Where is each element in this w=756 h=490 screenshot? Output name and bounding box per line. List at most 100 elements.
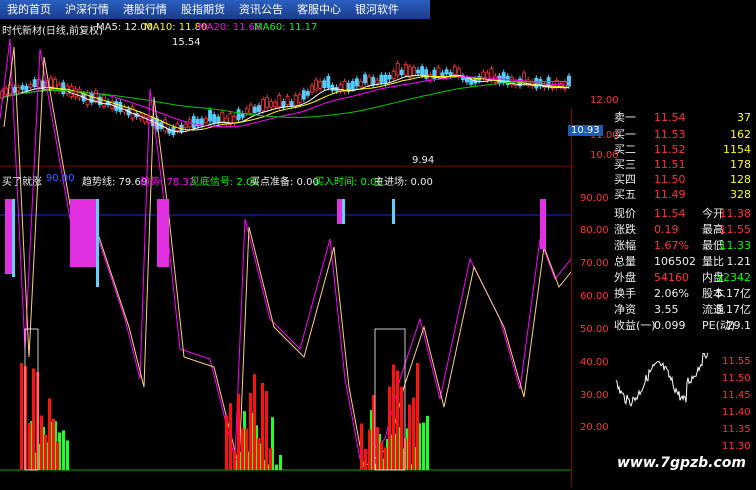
candle-body [391, 71, 396, 79]
candle-body [326, 76, 331, 88]
red-bar [237, 393, 240, 470]
buy-volume: 162 [730, 128, 751, 141]
candle-body [93, 90, 98, 102]
chart-area[interactable]: 时代新材(日线,前复权) MA5: 12.00 MA10: 11.80 MA20… [0, 19, 576, 487]
cyan-spike [392, 199, 395, 224]
candle-body [424, 69, 429, 79]
candle-body [481, 71, 486, 79]
stat-value: 11.33 [719, 239, 752, 252]
candle-body [289, 101, 294, 107]
buy-price: 11.52 [654, 143, 686, 156]
red-bar [384, 447, 387, 470]
buy-row: 买四 11.50 128 [572, 172, 756, 187]
menu-item-3[interactable]: 股指期货 [174, 0, 232, 19]
candle-body [371, 77, 376, 86]
candle-body [28, 83, 33, 88]
buy-price: 11.53 [654, 128, 686, 141]
sell-price: 11.54 [654, 111, 686, 124]
indicator-axis-label: 20.00 [580, 422, 609, 433]
red-bar [32, 368, 35, 470]
stat-value: 106502 [654, 255, 696, 268]
cyan-spike [12, 199, 15, 277]
candle-body [273, 101, 278, 107]
stat-value: 3.55 [654, 303, 679, 316]
candle-body [32, 79, 37, 87]
mini-axis-label: 11.40 [722, 407, 751, 418]
candle-body [383, 74, 388, 85]
menu-item-4[interactable]: 资讯公告 [232, 0, 290, 19]
low-price-label: 9.94 [412, 155, 435, 166]
stat-value: 0.19 [654, 223, 679, 236]
stat-label: 净资 [614, 303, 636, 316]
candle-body [204, 118, 208, 124]
stat-row: 净资 3.55 流通 5.17亿 [572, 302, 756, 317]
menu-item-5[interactable]: 客服中心 [290, 0, 348, 19]
red-bar [20, 363, 23, 470]
candle-body [493, 75, 498, 83]
magenta-spike [540, 199, 546, 249]
indicator-axis-label: 50.00 [580, 324, 609, 335]
trend-line-label: 趋势线: 79.69 [82, 177, 148, 188]
buy-price: 11.50 [654, 173, 686, 186]
candle-body [220, 111, 225, 123]
magenta-spike [70, 199, 98, 267]
buy-price: 11.51 [654, 158, 686, 171]
red-bar [261, 382, 264, 470]
red-bar [412, 397, 415, 470]
candle-body [395, 63, 400, 76]
mini-axis-label: 11.50 [722, 373, 751, 384]
stat-value: 11.54 [654, 207, 686, 220]
stat-value: 52342 [716, 271, 751, 284]
candle-body [244, 108, 249, 114]
candle-body [212, 114, 217, 123]
candle-body [285, 96, 290, 106]
red-bar [400, 386, 403, 470]
stat-label: 外盘 [614, 271, 636, 284]
candle-body [4, 87, 9, 95]
menu-item-2[interactable]: 港股行情 [116, 0, 174, 19]
mini-axis-label: 11.35 [722, 424, 751, 435]
candle-body [248, 104, 253, 114]
red-bar [44, 434, 47, 470]
candle-body [440, 72, 445, 77]
stat-row: 外盘 54160 内盘 52342 [572, 270, 756, 285]
green-bar [422, 422, 425, 470]
green-bar [275, 464, 278, 470]
menu-item-6[interactable]: 银河软件 [348, 0, 406, 19]
buy-volume: 178 [730, 158, 751, 171]
indicator-axis-label: 80.00 [580, 225, 609, 236]
indicator-axis-label: 90.00 [580, 193, 609, 204]
stat-value: 2.06% [654, 287, 689, 300]
stat-value: 5.17亿 [715, 287, 752, 300]
candle-body [301, 90, 306, 100]
red-bar [396, 370, 399, 470]
stat-value: 5.17亿 [715, 303, 752, 316]
candle-body [359, 81, 363, 88]
ma20-label: MA20: 11.68 [198, 22, 262, 33]
red-bar [253, 374, 256, 470]
red-bar [265, 391, 268, 470]
candle-body [73, 88, 78, 98]
indicator-axis-label: 70.00 [580, 258, 609, 269]
candle-body [354, 78, 359, 87]
stat-value: 1.21 [726, 255, 752, 268]
red-bar [416, 362, 419, 470]
stat-label: 涨跌 [614, 223, 636, 236]
mini-axis-label: 11.55 [722, 356, 751, 367]
sell-label: 卖一 [614, 111, 636, 124]
stock-title: 时代新材(日线,前复权) [2, 26, 103, 37]
red-bar [229, 403, 232, 470]
buy-volume: 128 [730, 173, 751, 186]
buy-ready-label: 买点准备: 0.00 [250, 177, 319, 188]
candle-body [428, 74, 433, 81]
red-bar [380, 441, 383, 470]
menu-item-1[interactable]: 沪深行情 [58, 0, 116, 19]
buy-time-label: 买入时间: 0.00 [314, 177, 383, 188]
candle-body [497, 75, 502, 84]
candle-body [24, 85, 29, 92]
menu-item-0[interactable]: 我的首页 [0, 0, 58, 19]
candle-body [293, 94, 298, 107]
buy-volume: 1154 [723, 143, 751, 156]
candle-body [257, 105, 261, 112]
candle-body [16, 86, 21, 92]
